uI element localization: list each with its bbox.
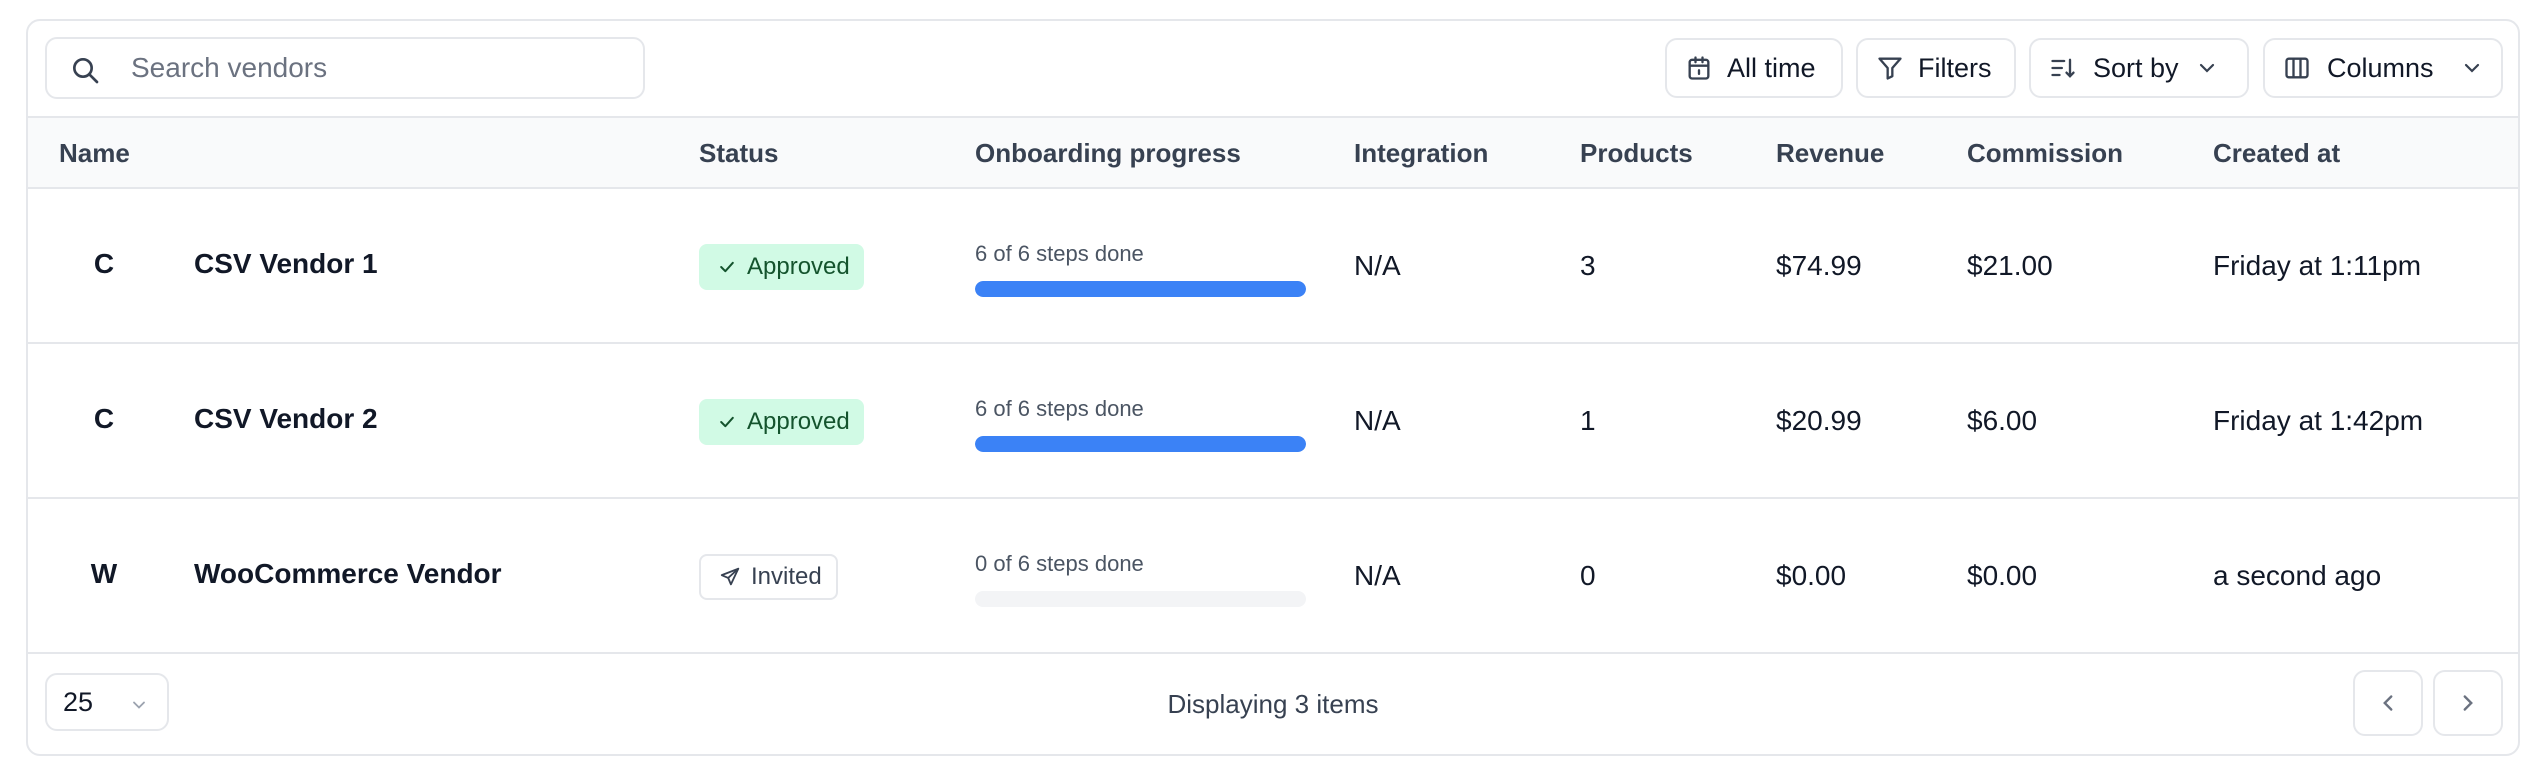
avatar: C — [93, 248, 115, 279]
table-footer: 25 Displaying 3 items — [28, 653, 2518, 754]
revenue-value: $20.99 — [1776, 405, 1862, 436]
chevron-down-icon — [2199, 63, 2214, 73]
search-box[interactable] — [45, 37, 645, 99]
status-label: Invited — [751, 563, 822, 590]
integration-value: N/A — [1354, 250, 1401, 281]
created-at-value: a second ago — [2213, 560, 2382, 591]
status-label: Approved — [747, 253, 850, 280]
progress-bar-fill — [975, 436, 1306, 452]
commission-value: $6.00 — [1967, 405, 2038, 436]
columns-icon — [2285, 57, 2309, 79]
table-row[interactable]: W WooCommerce Vendor Invited 0 of 6 step… — [28, 499, 2518, 654]
date-range-button[interactable]: All time — [1665, 38, 1843, 98]
integration-value: N/A — [1354, 405, 1401, 436]
column-header-onboarding[interactable]: Onboarding progress — [975, 138, 1241, 169]
progress-bar — [975, 591, 1306, 607]
filters-button[interactable]: Filters — [1856, 38, 2016, 98]
check-icon — [720, 416, 734, 428]
chevron-left-icon — [2383, 695, 2393, 711]
columns-button[interactable]: Columns — [2263, 38, 2503, 98]
search-icon — [73, 58, 99, 84]
progress-label: 6 of 6 steps done — [975, 396, 1144, 421]
column-header-name[interactable]: Name — [59, 138, 130, 169]
column-header-commission[interactable]: Commission — [1967, 138, 2123, 169]
next-page-button[interactable] — [2433, 670, 2503, 736]
integration-value: N/A — [1354, 560, 1401, 591]
table-row[interactable]: C CSV Vendor 2 Approved 6 of 6 steps don… — [28, 344, 2518, 499]
status-label: Approved — [747, 408, 850, 435]
commission-value: $0.00 — [1967, 560, 2038, 591]
sort-icon — [2051, 58, 2075, 78]
progress-bar-fill — [975, 281, 1306, 297]
avatar: C — [93, 403, 115, 434]
revenue-value: $74.99 — [1776, 250, 1862, 281]
sort-button[interactable]: Sort by — [2029, 38, 2249, 98]
table-header: Name Status Onboarding progress Integrat… — [28, 118, 2518, 189]
status-badge: Approved — [699, 244, 864, 290]
progress-bar — [975, 436, 1306, 452]
send-icon — [720, 567, 740, 586]
products-value: 1 — [1580, 405, 1596, 436]
column-header-integration[interactable]: Integration — [1354, 138, 1488, 169]
table-toolbar: All time Filters Sort by Columns — [28, 21, 2518, 118]
filters-label: Filters — [1918, 52, 1992, 83]
status-badge: Invited — [699, 554, 838, 600]
columns-label: Columns — [2327, 52, 2434, 83]
column-header-status[interactable]: Status — [699, 138, 778, 169]
products-value: 0 — [1580, 560, 1596, 591]
chevron-down-icon — [2464, 63, 2479, 73]
filter-icon — [1878, 57, 1902, 80]
previous-page-button[interactable] — [2353, 670, 2423, 736]
calendar-icon — [1688, 56, 1710, 80]
created-at-value: Friday at 1:42pm — [2213, 405, 2424, 436]
vendor-name[interactable]: CSV Vendor 2 — [194, 403, 378, 435]
progress-bar — [975, 281, 1306, 297]
search-input[interactable] — [131, 49, 621, 87]
avatar: W — [90, 558, 118, 589]
column-header-created-at[interactable]: Created at — [2213, 138, 2340, 169]
progress-label: 6 of 6 steps done — [975, 241, 1144, 266]
chevron-right-icon — [2463, 695, 2473, 711]
commission-value: $21.00 — [1967, 250, 2053, 281]
date-range-label: All time — [1727, 52, 1816, 83]
check-icon — [720, 261, 734, 273]
column-header-products[interactable]: Products — [1580, 138, 1693, 169]
vendor-name[interactable]: CSV Vendor 1 — [194, 248, 378, 280]
sort-label: Sort by — [2093, 52, 2179, 83]
items-count-text: Displaying 3 items — [1167, 689, 1379, 719]
vendors-table-card: All time Filters Sort by Columns Name St… — [26, 19, 2520, 756]
column-header-revenue[interactable]: Revenue — [1776, 138, 1884, 169]
vendor-name[interactable]: WooCommerce Vendor — [194, 558, 502, 590]
products-value: 3 — [1580, 250, 1596, 281]
created-at-value: Friday at 1:11pm — [2213, 250, 2422, 281]
revenue-value: $0.00 — [1776, 560, 1847, 591]
status-badge: Approved — [699, 399, 864, 445]
table-row[interactable]: C CSV Vendor 1 Approved 6 of 6 steps don… — [28, 189, 2518, 344]
progress-label: 0 of 6 steps done — [975, 551, 1144, 576]
